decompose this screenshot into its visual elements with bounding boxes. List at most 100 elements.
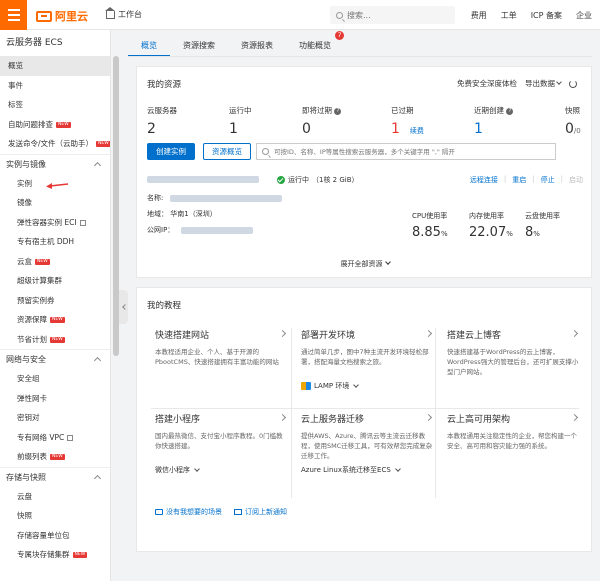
stat-value: 0 bbox=[565, 121, 574, 137]
sidebar-item[interactable]: 云盒 NEW bbox=[0, 252, 110, 272]
sidebar-item[interactable]: 镜像 bbox=[0, 193, 110, 213]
metric-cpu: CPU使用率 8.85% bbox=[412, 211, 448, 240]
tutorial-item[interactable]: 云上高可用架构 本教程通用关注稳定性的企业，帮您构建一个安全、高可用和容灾能力强的… bbox=[447, 412, 579, 461]
sidebar-item[interactable]: 专有宿主机 DDH bbox=[0, 232, 110, 252]
workbench-link[interactable]: 工作台 bbox=[105, 6, 142, 20]
tutorial-title: 搭建小程序 bbox=[155, 415, 201, 425]
tutorial-item[interactable]: 部署开发环境 通过简单几步，图中7种主流开发环境轻松部署，搭配海量文档搜索之旅。 L… bbox=[301, 328, 433, 391]
aliyun-logo[interactable]: 阿里云 bbox=[36, 8, 88, 24]
stop-link[interactable]: 停止 bbox=[541, 175, 555, 185]
sidebar-collapse-handle[interactable] bbox=[119, 290, 128, 324]
sidebar-item[interactable]: 自助问题排查 NEW bbox=[0, 115, 110, 135]
stat-expired[interactable]: 已过期 1 续费 bbox=[391, 105, 424, 137]
export-data-dropdown[interactable]: 导出数据 bbox=[525, 78, 562, 89]
sidebar-group-header[interactable]: 网络与安全 bbox=[0, 349, 110, 369]
sidebar-item[interactable]: 节省计划 NEW bbox=[0, 330, 110, 350]
sidebar-item[interactable]: 事件 bbox=[0, 76, 110, 96]
mail-icon bbox=[234, 509, 242, 515]
divider bbox=[151, 408, 579, 409]
search-icon bbox=[262, 148, 269, 155]
chevron-up-icon bbox=[93, 474, 102, 482]
tab-overview[interactable]: 概览 bbox=[128, 37, 170, 57]
help-icon[interactable]: ? bbox=[506, 107, 514, 115]
menu-icon[interactable] bbox=[0, 0, 27, 30]
tab-resource-report[interactable]: 资源报表 bbox=[228, 37, 286, 57]
tab-feature-overview[interactable]: 功能概览 7 bbox=[286, 31, 344, 57]
sidebar-item[interactable]: 超级计算集群 bbox=[0, 271, 110, 291]
my-tutorials-card: 我的教程 快速搭建网站 本教程适用企业、个人、基于开源的PbootCMS、快速搭建… bbox=[136, 287, 592, 552]
sidebar-group-header[interactable]: 存储与快照 bbox=[0, 466, 110, 487]
sidebar-item[interactable]: 前缀列表 NEW bbox=[0, 447, 110, 467]
tab-resource-search[interactable]: 资源搜索 bbox=[170, 37, 228, 57]
tutorial-item[interactable]: 快速搭建网站 本教程适用企业、个人、基于开源的PbootCMS、快速搭建拥有丰富功… bbox=[155, 328, 287, 377]
sidebar-group-label: 存储与快照 bbox=[6, 472, 46, 482]
sidebar-item[interactable]: 安全组 bbox=[0, 369, 110, 389]
sidebar-item[interactable]: 概览 bbox=[0, 56, 110, 76]
sidebar-item[interactable]: 预留实例券 bbox=[0, 291, 110, 311]
top-link-tickets[interactable]: 工单 bbox=[501, 10, 517, 21]
sidebar-item-label: 弹性网卡 bbox=[17, 393, 47, 403]
stat-label: 即将过期 ? bbox=[302, 105, 342, 116]
sidebar-item[interactable]: 弹性容器实例 ECI bbox=[0, 213, 110, 233]
remote-connect-link[interactable]: 远程连接 bbox=[470, 175, 498, 185]
tutorial-item[interactable]: 搭建云上博客 快速搭建基于WordPress的云上博客，WordPress强大的管… bbox=[447, 328, 579, 377]
sidebar-item[interactable]: 密钥对 bbox=[0, 408, 110, 428]
tutorial-links: 没有我想要的场景 订阅上新通知 bbox=[155, 507, 287, 517]
restart-link[interactable]: 重启 bbox=[512, 175, 526, 185]
top-link-fees[interactable]: 费用 bbox=[471, 10, 487, 21]
instance-id-redacted[interactable] bbox=[147, 176, 259, 183]
resource-search-input[interactable] bbox=[274, 147, 544, 156]
stat-running[interactable]: 运行中 1 bbox=[229, 105, 252, 137]
stat-recent[interactable]: 近期创建 ? 1 bbox=[474, 105, 514, 137]
sidebar-item[interactable]: 专有网络 VPC bbox=[0, 428, 110, 448]
sidebar-item-label: 超级计算集群 bbox=[17, 276, 62, 285]
tutorial-option-dropdown[interactable]: 微信小程序 bbox=[155, 465, 287, 475]
tutorial-item[interactable]: 云上服务器迁移 提供AWS、Azure、腾讯云等主流云迁移教程，使用SMC迁移工具… bbox=[301, 412, 433, 475]
tutorial-item[interactable]: 搭建小程序 国内最热微信、支付宝小程序教程。0门槛教你快速搭建。 微信小程序 bbox=[155, 412, 287, 475]
subscribe-link[interactable]: 订阅上新通知 bbox=[234, 507, 287, 517]
tutorial-option-dropdown[interactable]: LAMP 环境 bbox=[301, 381, 433, 391]
sidebar-item[interactable]: 快照 bbox=[0, 506, 110, 526]
logo-icon bbox=[36, 10, 52, 22]
tutorial-option-label: LAMP 环境 bbox=[314, 382, 350, 390]
lamp-icon bbox=[301, 382, 311, 390]
sidebar-item[interactable]: 存储容量单位包 bbox=[0, 526, 110, 546]
resource-search[interactable] bbox=[256, 143, 556, 160]
sidebar-item[interactable]: 云盘 bbox=[0, 487, 110, 507]
sidebar-item-label: 安全组 bbox=[17, 374, 40, 383]
sidebar-item[interactable]: 标签 bbox=[0, 95, 110, 115]
top-link-enterprise[interactable]: 企业 bbox=[576, 10, 592, 21]
tutorial-option-dropdown[interactable]: Azure Linux系统迁移至ECS bbox=[301, 465, 433, 475]
stat-expiring[interactable]: 即将过期 ? 0 bbox=[302, 105, 342, 137]
sidebar-item-label: 发送命令/文件（云助手） bbox=[8, 139, 94, 148]
tab-label: 概览 bbox=[141, 41, 157, 50]
sidebar-item[interactable]: 专属块存储集群 NEW bbox=[0, 545, 110, 565]
create-instance-button[interactable]: 创建实例 bbox=[147, 143, 195, 160]
sidebar-group-header[interactable]: 实例与镜像 bbox=[0, 153, 110, 174]
search-icon bbox=[336, 11, 343, 19]
sidebar-item[interactable]: 弹性网卡 bbox=[0, 389, 110, 409]
global-search-input[interactable] bbox=[347, 10, 447, 20]
new-badge: NEW bbox=[50, 454, 65, 460]
refresh-icon[interactable] bbox=[569, 79, 577, 88]
help-icon[interactable]: ? bbox=[334, 107, 342, 115]
tutorial-title: 部署开发环境 bbox=[301, 331, 356, 341]
sidebar-item[interactable]: 资源保障 NEW bbox=[0, 310, 110, 330]
resource-overview-button[interactable]: 资源概览 bbox=[203, 143, 251, 160]
top-link-icp[interactable]: ICP 备案 bbox=[531, 10, 562, 21]
tutorial-title: 云上服务器迁移 bbox=[301, 415, 365, 425]
renew-link[interactable]: 续费 bbox=[410, 127, 424, 135]
sidebar-item-label: 快照 bbox=[17, 511, 32, 520]
instance-name-redacted bbox=[169, 194, 282, 202]
sidebar-item-label: 前缀列表 bbox=[17, 452, 47, 461]
stat-servers[interactable]: 云服务器 2 bbox=[147, 105, 177, 137]
sidebar-item[interactable]: 发送命令/文件（云助手） NEW bbox=[0, 134, 110, 154]
global-search[interactable] bbox=[330, 6, 455, 24]
instance-status: 运行中 （1核 2 GiB） bbox=[277, 175, 359, 185]
stat-snapshots[interactable]: 快照 0/0 bbox=[565, 105, 581, 137]
free-security-check-link[interactable]: 免费安全深度体检 bbox=[457, 78, 517, 89]
divider bbox=[435, 328, 436, 498]
stat-value-row: 0/0 bbox=[565, 121, 581, 137]
expand-all-resources[interactable]: 展开全部资源 bbox=[137, 259, 593, 269]
no-scenario-link[interactable]: 没有我想要的场景 bbox=[155, 507, 222, 517]
